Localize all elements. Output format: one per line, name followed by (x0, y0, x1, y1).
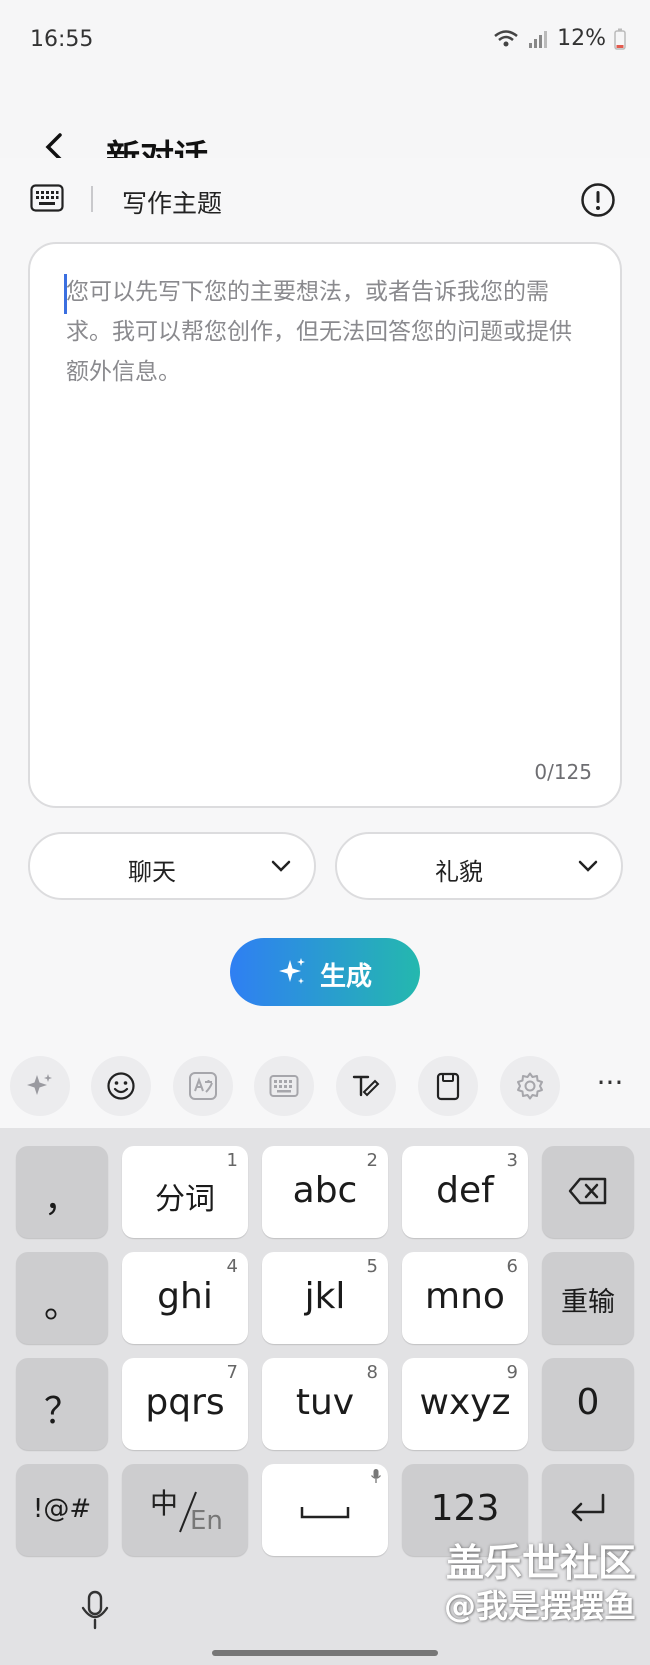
watermark-line-1: 盖乐世社区 (445, 1541, 636, 1585)
lang-cn-label: 中 (150, 1487, 179, 1520)
key-0[interactable]: 0 (542, 1358, 634, 1450)
emoji-button[interactable] (91, 1056, 151, 1116)
key-label: 重输 (561, 1287, 615, 1318)
prompt-input[interactable]: 您可以先写下您的主要想法，或者告诉我您的需求。我可以帮您创作，但无法回答您的问题… (28, 242, 622, 808)
keyboard-icon[interactable] (30, 184, 64, 212)
emoji-icon (107, 1072, 135, 1100)
panel-toolbar: 写作主题 (0, 158, 650, 242)
key-label: tuv (295, 1382, 355, 1423)
key-label: wxyz (419, 1382, 511, 1423)
status-bar: 16:55 12% (0, 0, 650, 84)
key-label: abc (292, 1170, 358, 1211)
info-icon[interactable] (580, 182, 616, 218)
key-hint: 1 (226, 1150, 238, 1171)
generate-label: 生成 (320, 962, 373, 992)
key-period[interactable]: 。 (16, 1252, 108, 1344)
clipboard-button[interactable] (418, 1056, 478, 1116)
chevron-down-icon (271, 860, 291, 872)
settings-button[interactable] (500, 1056, 560, 1116)
key-6[interactable]: mno 6 (402, 1252, 528, 1344)
key-space[interactable] (262, 1464, 388, 1556)
format-select-value: 聊天 (128, 858, 176, 886)
key-label: mno (425, 1276, 505, 1317)
toolbar-divider (91, 186, 93, 212)
key-9[interactable]: wxyz 9 (402, 1358, 528, 1450)
microphone-icon[interactable] (78, 1590, 112, 1630)
ai-tools-button[interactable] (10, 1056, 70, 1116)
key-hint: 2 (366, 1150, 378, 1171)
key-hint: 7 (226, 1362, 238, 1383)
battery-percent: 12% (557, 26, 606, 51)
wifi-icon (494, 29, 518, 46)
app-header: 新对话 (0, 84, 650, 158)
key-label: 0 (576, 1382, 600, 1423)
writing-assist-panel: 写作主题 您可以先写下您的主要想法，或者告诉我您的需求。我可以帮您创作，但无法回… (0, 158, 650, 1128)
clipboard-icon (436, 1072, 460, 1101)
handwriting-icon (352, 1075, 380, 1097)
key-5[interactable]: jkl 5 (262, 1252, 388, 1344)
key-7[interactable]: pqrs 7 (122, 1358, 248, 1450)
key-4[interactable]: ghi 4 (122, 1252, 248, 1344)
key-label: 。 (43, 1285, 80, 1326)
backspace-icon (568, 1177, 607, 1205)
key-hint: 5 (366, 1256, 378, 1277)
mic-small-icon (370, 1469, 382, 1483)
home-indicator[interactable] (212, 1650, 438, 1656)
page-title: 新对话 (106, 138, 208, 158)
key-symbols[interactable]: !@# (16, 1464, 108, 1556)
translate-button[interactable] (173, 1056, 233, 1116)
chevron-down-icon (578, 860, 598, 872)
prompt-placeholder: 您可以先写下您的主要想法，或者告诉我您的需求。我可以帮您创作，但无法回答您的问题… (66, 279, 572, 385)
character-counter: 0/125 (534, 760, 592, 784)
tone-select-value: 礼貌 (435, 858, 483, 886)
keyboard-mode-button[interactable] (254, 1056, 314, 1116)
settings-icon (517, 1072, 543, 1100)
keyboard-icon (269, 1075, 299, 1097)
key-label: !@# (32, 1494, 92, 1524)
watermark: 盖乐世社区 @我是摆摆鱼 (444, 1540, 636, 1626)
signal-icon (529, 30, 548, 48)
status-icons: 12% (493, 26, 626, 51)
key-label: ？ (43, 1391, 80, 1432)
key-backspace[interactable] (542, 1146, 634, 1238)
watermark-line-2: @我是摆摆鱼 (443, 1587, 636, 1625)
key-comma[interactable]: ， (16, 1146, 108, 1238)
more-icon[interactable]: ··· (592, 1068, 628, 1104)
translate-icon (189, 1072, 217, 1100)
generate-button[interactable]: 生成 (230, 938, 420, 1006)
battery-icon (614, 28, 626, 50)
key-label: 123 (430, 1488, 500, 1529)
keyboard-toolbar: ··· (0, 1052, 650, 1128)
status-time: 16:55 (30, 27, 94, 52)
key-hint: 4 (226, 1256, 238, 1277)
sparkle-icon (279, 958, 305, 984)
enter-icon (571, 1493, 605, 1522)
key-3[interactable]: def 3 (402, 1146, 528, 1238)
key-label: ， (43, 1179, 80, 1220)
key-label: ghi (157, 1276, 213, 1317)
key-8[interactable]: tuv 8 (262, 1358, 388, 1450)
key-hint: 8 (366, 1362, 378, 1383)
key-2[interactable]: abc 2 (262, 1146, 388, 1238)
back-arrow-icon[interactable] (40, 132, 70, 158)
format-select[interactable]: 聊天 (28, 832, 316, 900)
lang-en-label: En (190, 1506, 223, 1536)
key-hint: 3 (506, 1150, 518, 1171)
key-question[interactable]: ？ (16, 1358, 108, 1450)
sparkle-icon (27, 1074, 52, 1095)
key-hint: 9 (506, 1362, 518, 1383)
key-label: jkl (304, 1276, 346, 1317)
key-label: 分词 (155, 1182, 215, 1217)
key-label: def (436, 1170, 494, 1211)
space-bar-icon (300, 1507, 350, 1519)
writing-topic-label: 写作主题 (122, 189, 223, 218)
key-hint: 6 (506, 1256, 518, 1277)
key-retype[interactable]: 重输 (542, 1252, 634, 1344)
tone-select[interactable]: 礼貌 (335, 832, 623, 900)
key-label: pqrs (145, 1382, 225, 1423)
handwriting-button[interactable] (336, 1056, 396, 1116)
key-1[interactable]: 分词 1 (122, 1146, 248, 1238)
key-language-switch[interactable]: 中 En (122, 1464, 248, 1556)
